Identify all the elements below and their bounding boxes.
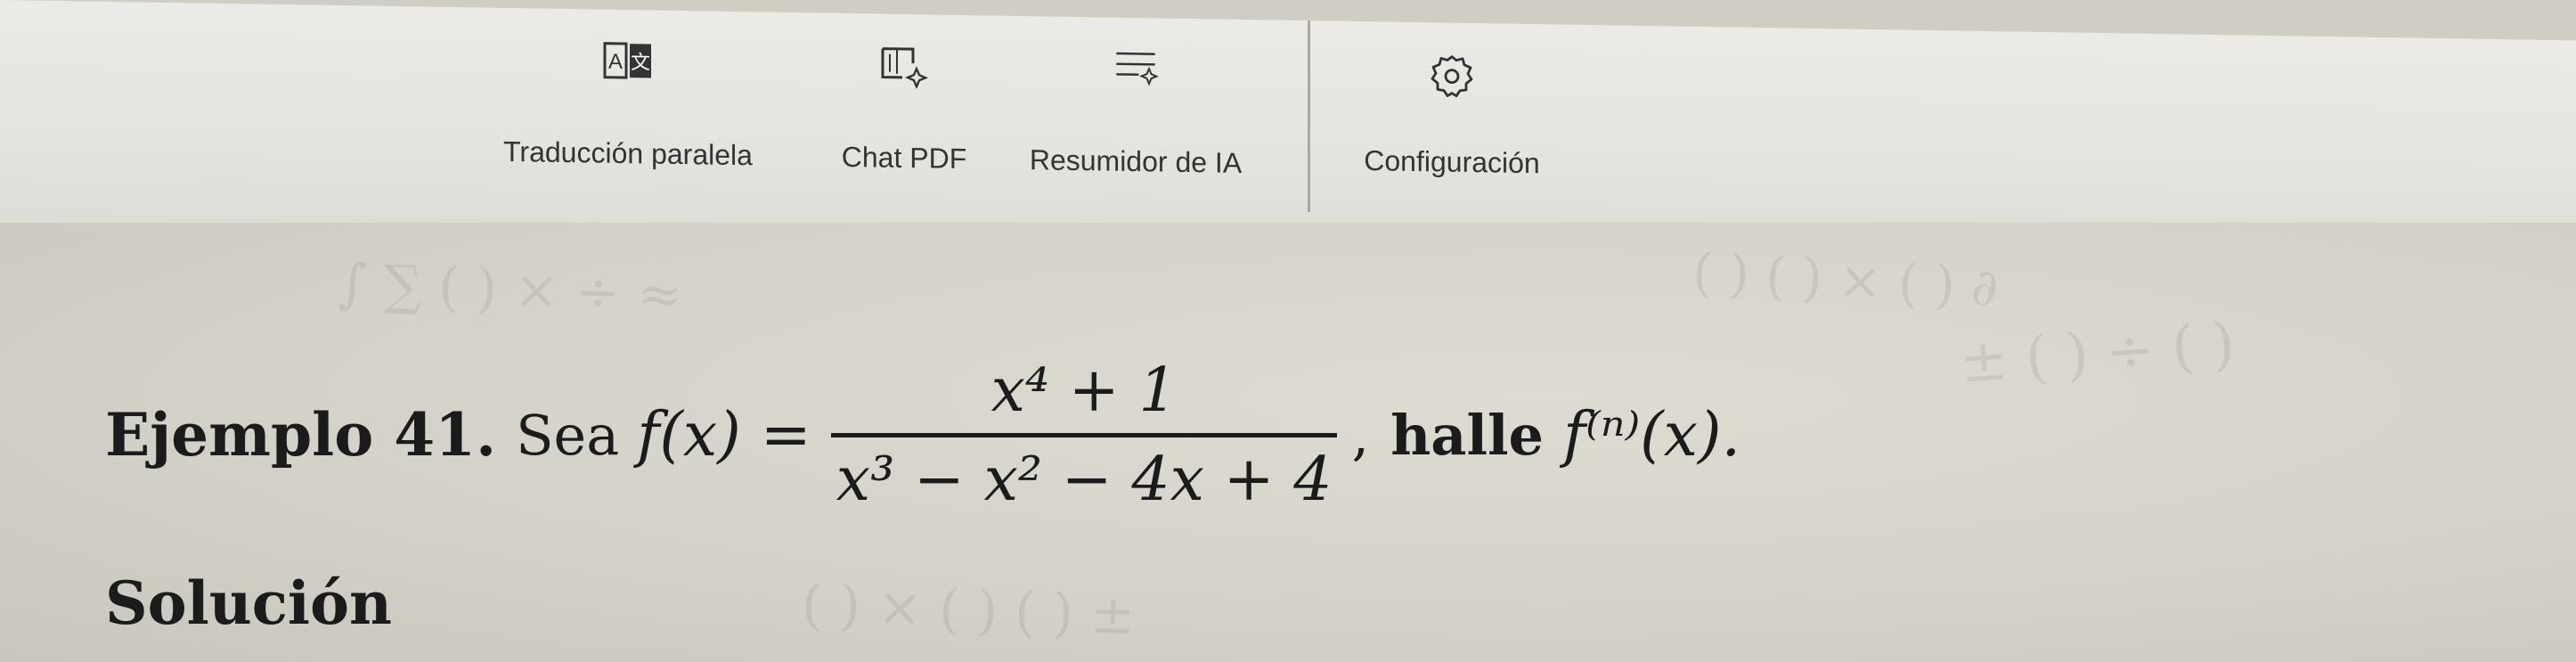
bleed-through-texture: ∫ ∑ ( ) × ÷ ≈ — [337, 252, 684, 327]
chat-pdf-icon — [877, 40, 931, 88]
bleed-through-texture: ( ) × ( ) ( ) ± — [800, 573, 1137, 648]
example-title: Ejemplo 41. — [105, 400, 497, 470]
solution-heading: Solución — [105, 568, 393, 638]
ai-summarizer-button[interactable]: Resumidor de IA — [1007, 43, 1265, 181]
fraction-denominator: x³ − x² − 4x + 4 — [836, 444, 1333, 515]
equals-sign: = — [760, 399, 811, 470]
settings-label: Configuración — [1364, 144, 1540, 180]
function-lhs: f(x) — [637, 399, 741, 470]
gear-icon — [1425, 49, 1479, 103]
toolbar-divider — [1308, 20, 1310, 213]
ai-summary-icon — [1109, 45, 1162, 93]
chat-pdf-label: Chat PDF — [841, 140, 967, 176]
svg-text:A: A — [608, 49, 623, 73]
settings-button[interactable]: Configuración — [1336, 48, 1568, 185]
comma: , — [1351, 402, 1370, 468]
pdf-page: ∫ ∑ ( ) × ÷ ≈ ( ) ( ) × ( ) ∂ ± ( ) ÷ ( … — [0, 223, 2576, 662]
parallel-translation-label: Traducción paralela — [503, 135, 753, 172]
chat-pdf-button[interactable]: Chat PDF — [824, 40, 984, 176]
bleed-through-texture: ± ( ) ÷ ( ) — [1957, 311, 2238, 396]
svg-text:文: 文 — [631, 52, 650, 74]
halle-word: halle — [1390, 402, 1545, 468]
nth-derivative-target: f⁽ⁿ⁾(x). — [1563, 399, 1741, 470]
parallel-translation-button[interactable]: A 文 Traducción paralela — [485, 35, 770, 173]
intro-word: Sea — [516, 402, 620, 468]
translate-icon: A 文 — [601, 37, 655, 85]
rational-function-fraction: x⁴ + 1 x³ − x² − 4x + 4 — [830, 355, 1338, 515]
fraction-numerator: x⁴ + 1 — [990, 355, 1178, 426]
bleed-through-texture: ( ) ( ) × ( ) ∂ — [1691, 241, 2000, 318]
ai-summarizer-label: Resumidor de IA — [1029, 143, 1243, 179]
example-statement: Ejemplo 41. Sea f(x) = x⁴ + 1 x³ − x² − … — [105, 346, 1740, 524]
